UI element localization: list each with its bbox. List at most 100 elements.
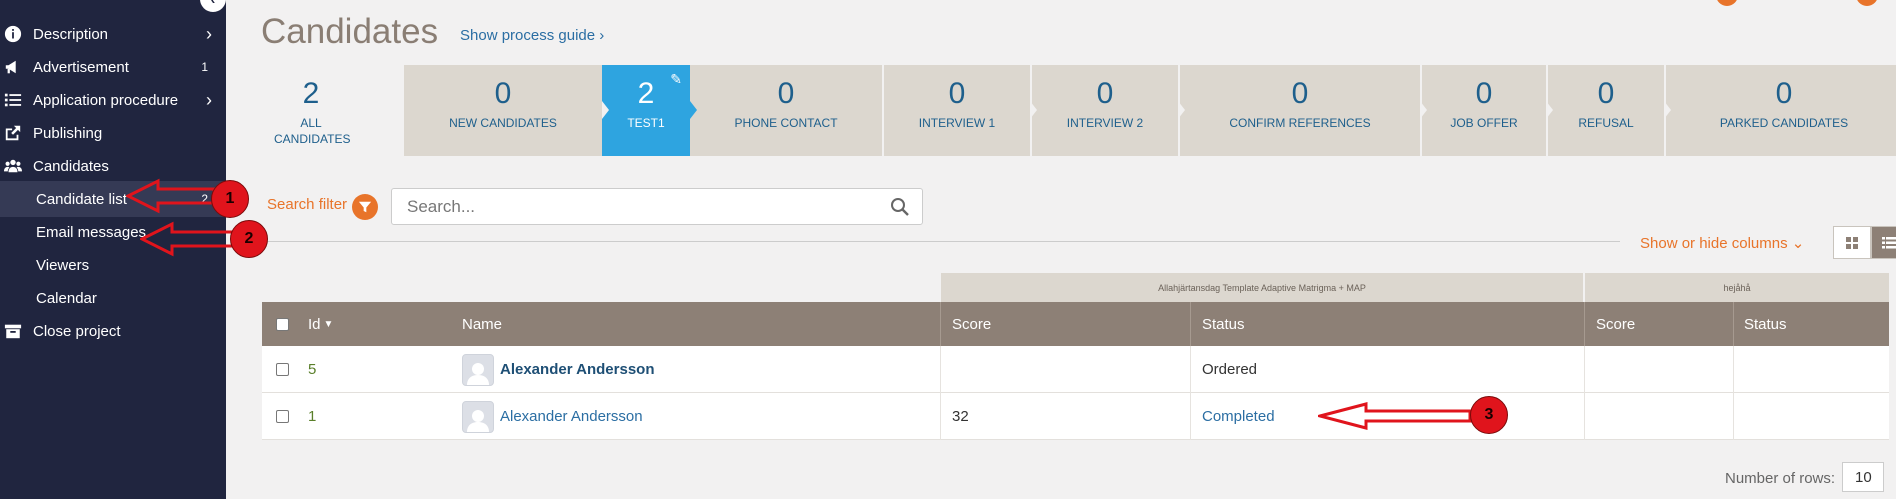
table-row[interactable]: 5 Alexander Andersson Ordered: [262, 346, 1889, 393]
candidate-name-cell[interactable]: Alexander Andersson: [462, 393, 643, 440]
list-icon: [2, 89, 24, 111]
list-icon: [1882, 236, 1896, 248]
sidebar-item-label: Candidates: [33, 157, 109, 175]
avatar: [462, 353, 494, 386]
row-checkbox[interactable]: [276, 393, 289, 440]
collapse-sidebar-button[interactable]: ‹: [200, 0, 226, 12]
sidebar-item-publishing[interactable]: Publishing: [0, 115, 226, 151]
sidebar-item-description[interactable]: Description ›: [0, 16, 226, 52]
sidebar-item-label: Advertisement: [33, 58, 129, 76]
stage-label: ALL CANDIDATES: [274, 116, 351, 146]
column-group-header: hejåhå: [1585, 273, 1889, 302]
notification-dot[interactable]: [1856, 0, 1878, 6]
sidebar-item-label: Application procedure: [33, 91, 179, 109]
sidebar-item-application-procedure[interactable]: Application procedure ›: [0, 82, 226, 118]
stage-phone-contact[interactable]: 0 PHONE CONTACT: [690, 65, 882, 156]
table-header: Id ▼ Name Score Status Score Status: [262, 302, 1889, 346]
stage-label: INTERVIEW 1: [918, 116, 996, 130]
stage-count: 0: [1291, 77, 1309, 110]
candidate-name[interactable]: Alexander Andersson: [500, 361, 655, 378]
column-header-status[interactable]: Status: [1744, 302, 1787, 346]
column-header-score[interactable]: Score: [1596, 302, 1635, 346]
row-checkbox[interactable]: [276, 346, 289, 393]
main-content: Candidates Show process guide › 2 ALL CA…: [226, 0, 1896, 499]
chevron-right-icon: ›: [206, 89, 212, 110]
annotation-marker: 2: [230, 220, 268, 258]
stage-separator: [1664, 101, 1671, 119]
column-header-id[interactable]: Id ▼: [308, 302, 333, 346]
search-filter-link[interactable]: Search filter: [267, 196, 347, 213]
column-divider: [1584, 393, 1585, 440]
chevron-right-icon: ›: [206, 23, 212, 44]
sidebar-item-close-project[interactable]: Close project: [0, 313, 226, 349]
sidebar-subitem-calendar[interactable]: Calendar: [0, 280, 226, 316]
stage-parked-candidates[interactable]: 0 PARKED CANDIDATES: [1666, 65, 1896, 156]
stage-separator: [1546, 101, 1553, 119]
stage-count: 0: [777, 77, 795, 110]
show-process-guide-link[interactable]: Show process guide ›: [460, 27, 604, 44]
sidebar-item-label: Email messages: [36, 223, 147, 241]
stage-separator: [1178, 101, 1185, 119]
stage-confirm-references[interactable]: 0 CONFIRM REFERENCES: [1180, 65, 1420, 156]
candidate-id: 5: [308, 361, 317, 378]
stage-label: CONFIRM REFERENCES: [1229, 116, 1371, 130]
search-input[interactable]: [391, 188, 923, 225]
search-icon[interactable]: [890, 197, 910, 217]
column-group-header: Allahjärtansdag Template Adaptive Matrig…: [941, 273, 1583, 302]
score-cell: 32: [952, 408, 969, 425]
stage-count: 0: [948, 77, 966, 110]
stage-label: REFUSAL: [1578, 116, 1634, 130]
column-header-score[interactable]: Score: [952, 302, 991, 346]
stage-separator: [1420, 101, 1427, 119]
notification-dot[interactable]: [1716, 0, 1738, 6]
column-header-status[interactable]: Status: [1202, 302, 1245, 346]
divider: [262, 241, 1620, 242]
pencil-icon[interactable]: ✎: [670, 71, 682, 88]
column-divider: [940, 346, 941, 393]
show-hide-columns-button[interactable]: Show or hide columns ⌄: [1640, 234, 1804, 252]
stage-count: 0: [1597, 77, 1615, 110]
stage-refusal[interactable]: 0 REFUSAL: [1548, 65, 1664, 156]
sidebar-item-advertisement[interactable]: Advertisement 1: [0, 49, 226, 85]
status-link[interactable]: Completed: [1202, 393, 1275, 440]
rows-per-page-label: Number of rows:: [1725, 470, 1836, 487]
list-view-button[interactable]: [1871, 226, 1896, 259]
stage-interview-1[interactable]: 0 INTERVIEW 1: [884, 65, 1030, 156]
grid-view-button[interactable]: [1833, 226, 1871, 259]
stage-new-candidates[interactable]: 0 NEW CANDIDATES: [404, 65, 602, 156]
table-row[interactable]: 1 Alexander Andersson 32 Completed: [262, 393, 1889, 440]
column-divider: [940, 302, 941, 346]
filter-icon[interactable]: [352, 194, 378, 220]
select-all-checkbox[interactable]: [276, 302, 289, 346]
column-divider: [1584, 302, 1585, 346]
stage-label: TEST1: [627, 116, 665, 130]
stage-interview-2[interactable]: 0 INTERVIEW 2: [1032, 65, 1178, 156]
stage-label: PARKED CANDIDATES: [1719, 116, 1849, 130]
stage-job-offer[interactable]: 0 JOB OFFER: [1422, 65, 1546, 156]
sort-desc-icon: ▼: [323, 318, 334, 330]
sidebar-item-label: Description: [33, 25, 109, 43]
share-icon: [2, 122, 24, 144]
grid-icon: [1846, 236, 1858, 249]
sidebar-item-label: Close project: [33, 322, 121, 340]
stage-label: NEW CANDIDATES: [449, 116, 557, 130]
stage-separator: [1030, 101, 1037, 119]
column-divider: [1190, 302, 1191, 346]
sidebar-item-label: Publishing: [33, 124, 103, 142]
rows-per-page-input[interactable]: 10: [1842, 462, 1884, 492]
annotation-arrow: [126, 178, 216, 214]
column-divider: [1733, 346, 1734, 393]
column-header-name[interactable]: Name: [462, 302, 502, 346]
column-divider: [940, 393, 941, 440]
stage-separator: [690, 101, 697, 119]
stage-all-candidates[interactable]: 2 ALL CANDIDATES: [262, 65, 360, 156]
avatar: [462, 400, 494, 433]
candidate-name-cell[interactable]: Alexander Andersson: [462, 346, 655, 393]
annotation-marker: 1: [211, 180, 249, 218]
megaphone-icon: [2, 56, 24, 78]
stage-test1[interactable]: ✎ 2 TEST1: [602, 65, 690, 156]
candidate-name[interactable]: Alexander Andersson: [500, 408, 643, 425]
column-divider: [1733, 302, 1734, 346]
sidebar-item-label: Viewers: [36, 256, 90, 274]
candidate-id: 1: [308, 408, 317, 425]
